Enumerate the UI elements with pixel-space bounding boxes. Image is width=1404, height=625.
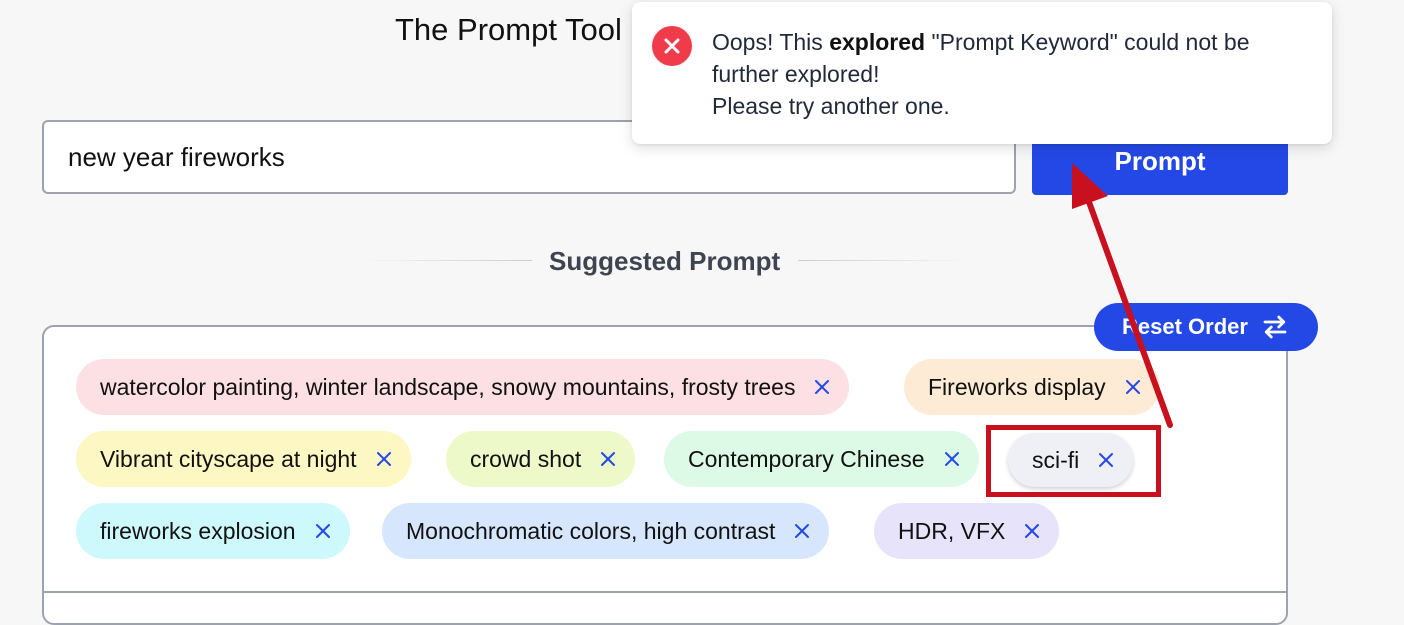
- tag-chip[interactable]: crowd shot: [446, 431, 636, 487]
- tag-label: HDR, VFX: [898, 517, 1006, 544]
- tag-chip[interactable]: HDR, VFX: [874, 503, 1060, 559]
- tag-chip[interactable]: Fireworks display: [904, 359, 1160, 415]
- close-icon[interactable]: [1023, 522, 1041, 540]
- tag-label: Monochromatic colors, high contrast: [406, 517, 776, 544]
- page-title: The Prompt Tool: [395, 12, 622, 47]
- close-icon[interactable]: [793, 522, 811, 540]
- reset-order-button[interactable]: Reset Order: [1094, 303, 1318, 351]
- tag-label: Vibrant cityscape at night: [100, 445, 357, 472]
- tag-label: fireworks explosion: [100, 517, 296, 544]
- tag-label: Fireworks display: [928, 373, 1106, 400]
- reset-order-label: Reset Order: [1122, 314, 1248, 339]
- swap-arrows-icon: [1263, 315, 1287, 339]
- tag-chip[interactable]: Monochromatic colors, high contrast: [382, 503, 830, 559]
- annotation-highlight-box: [986, 425, 1161, 497]
- tag-chip[interactable]: watercolor painting, winter landscape, s…: [76, 359, 850, 415]
- divider-left: [360, 260, 532, 261]
- suggested-prompt-heading: Suggested Prompt: [549, 246, 781, 276]
- error-toast: Oops! This explored "Prompt Keyword" cou…: [632, 2, 1332, 144]
- divider-right: [798, 260, 970, 261]
- tag-chip[interactable]: Vibrant cityscape at night: [76, 431, 411, 487]
- tag-label: Contemporary Chinese: [688, 445, 925, 472]
- close-icon[interactable]: [314, 522, 332, 540]
- close-icon[interactable]: [375, 450, 393, 468]
- tag-chip[interactable]: Contemporary Chinese: [664, 431, 979, 487]
- close-icon[interactable]: [943, 450, 961, 468]
- close-icon[interactable]: [813, 378, 831, 396]
- toast-message: Oops! This explored "Prompt Keyword" cou…: [712, 26, 1292, 122]
- close-icon[interactable]: [1124, 378, 1142, 396]
- error-x-icon: [652, 26, 692, 66]
- toast-text-prefix: Oops! This: [712, 29, 830, 55]
- tag-label: watercolor painting, winter landscape, s…: [100, 373, 796, 400]
- close-icon[interactable]: [599, 450, 617, 468]
- panel-divider: [42, 591, 1288, 593]
- tag-chip[interactable]: fireworks explosion: [76, 503, 350, 559]
- toast-text-bold: explored: [829, 29, 926, 55]
- toast-text-line2: Please try another one.: [712, 93, 950, 119]
- tag-label: crowd shot: [470, 445, 582, 472]
